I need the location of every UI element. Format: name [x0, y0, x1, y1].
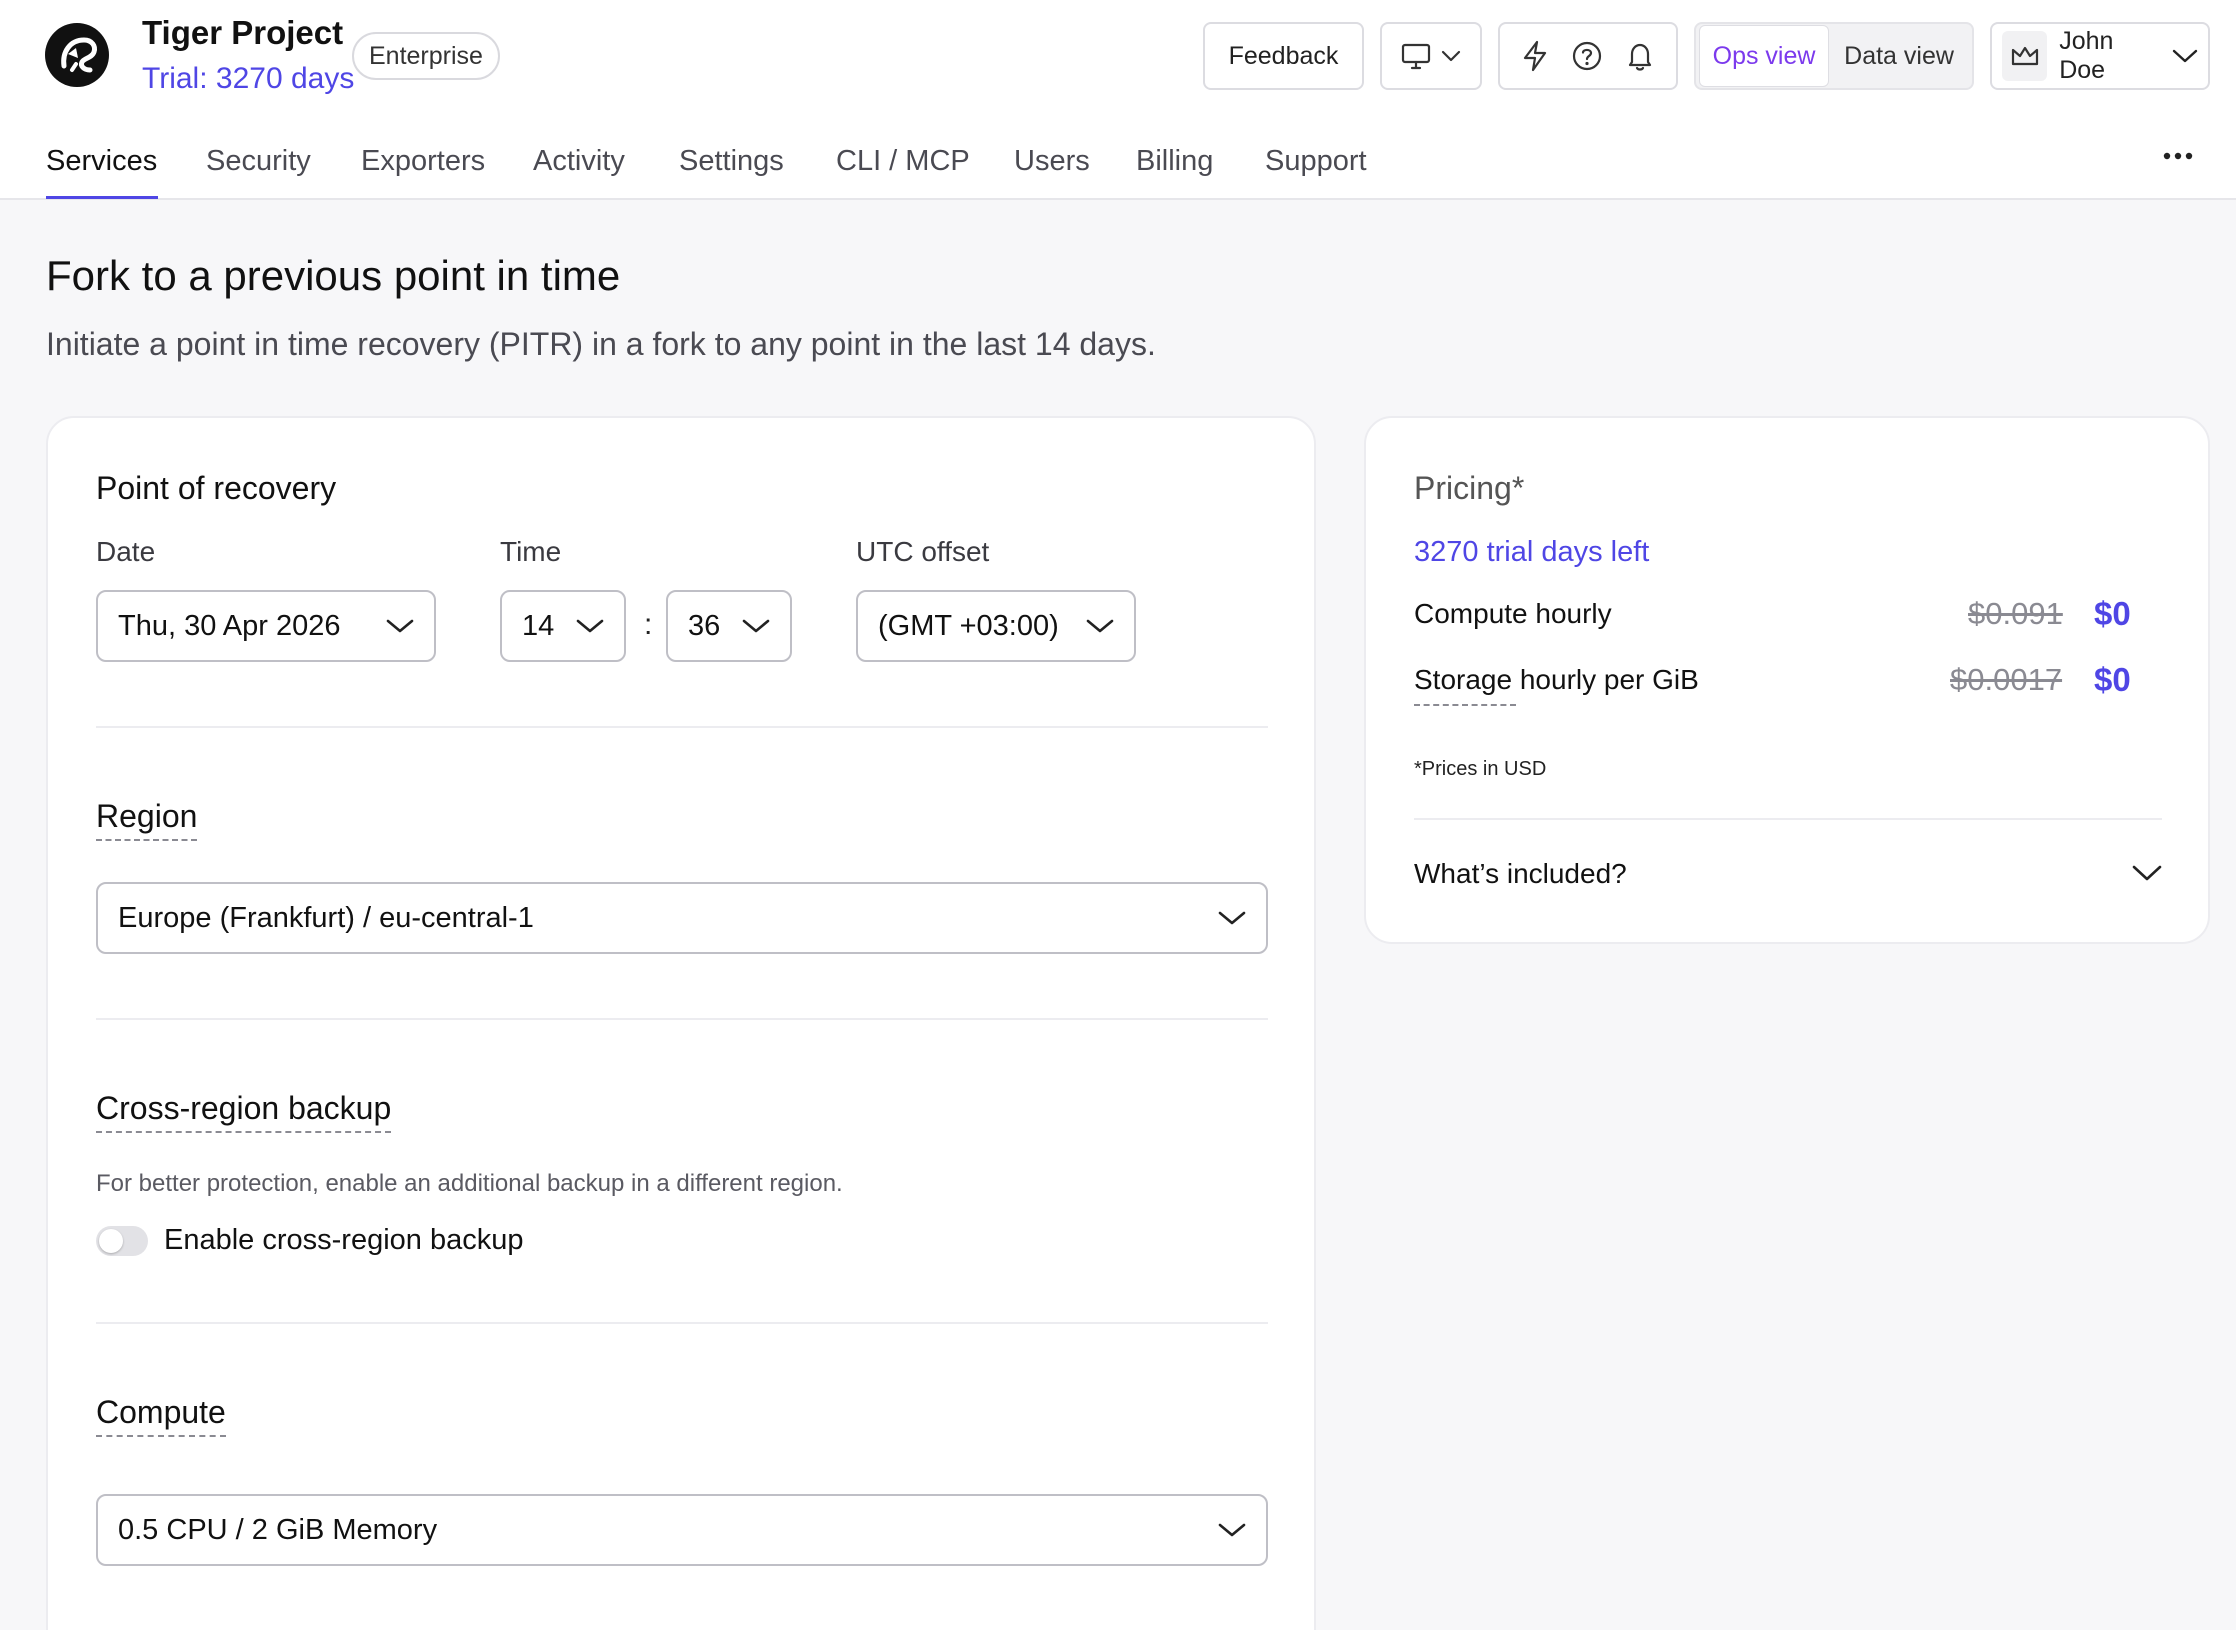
- more-options-icon[interactable]: [2162, 148, 2194, 160]
- compute-section-title: Compute: [96, 1394, 226, 1437]
- help-icon[interactable]: [1571, 40, 1603, 72]
- feedback-button[interactable]: Feedback: [1203, 22, 1364, 90]
- app-header: Tiger Project Trial: 3270 days Enterpris…: [0, 0, 2236, 112]
- backup-help-text: For better protection, enable an additio…: [96, 1170, 843, 1197]
- date-value: Thu, 30 Apr 2026: [118, 609, 341, 642]
- tiger-logo-icon[interactable]: [44, 22, 110, 88]
- ops-view-option[interactable]: Ops view: [1699, 25, 1830, 87]
- chevron-down-icon[interactable]: [2132, 864, 2162, 887]
- tab-activity[interactable]: Activity: [533, 145, 625, 178]
- storage-hourly-old-price: $0.0017: [1950, 662, 2063, 697]
- whats-included-toggle[interactable]: What’s included?: [1414, 858, 1627, 890]
- active-tab-indicator: [46, 196, 158, 199]
- recovery-section-title: Point of recovery: [96, 470, 337, 506]
- main-nav-tabs: Services Security Exporters Activity Set…: [0, 112, 2236, 200]
- bell-icon[interactable]: [1625, 40, 1655, 72]
- trial-link[interactable]: Trial: 3270 days: [142, 62, 354, 96]
- compute-value: 0.5 CPU / 2 GiB Memory: [118, 1513, 438, 1546]
- tab-users[interactable]: Users: [1014, 145, 1090, 178]
- compute-hourly-price: $0: [2094, 595, 2131, 632]
- section-divider: [96, 726, 1268, 728]
- tab-support[interactable]: Support: [1265, 145, 1367, 178]
- toggle-knob: [99, 1229, 123, 1253]
- bolt-icon[interactable]: [1521, 40, 1549, 72]
- page-subtitle: Initiate a point in time recovery (PITR)…: [46, 326, 1156, 362]
- user-menu-button[interactable]: John Doe: [1990, 22, 2210, 90]
- storage-label-underline: [1414, 704, 1516, 706]
- section-divider: [96, 1322, 1268, 1324]
- cross-region-backup-toggle[interactable]: [96, 1226, 148, 1256]
- user-name: John Doe: [2059, 27, 2114, 84]
- tab-billing[interactable]: Billing: [1136, 145, 1213, 178]
- time-separator: :: [644, 608, 653, 641]
- storage-hourly-label: Storage hourly per GiB: [1414, 664, 1699, 695]
- compute-select[interactable]: 0.5 CPU / 2 GiB Memory: [96, 1494, 1268, 1566]
- tab-services[interactable]: Services: [46, 145, 157, 178]
- crown-icon: [2002, 31, 2048, 81]
- prices-note: *Prices in USD: [1414, 758, 1547, 780]
- trial-days-left[interactable]: 3270 trial days left: [1414, 536, 1649, 569]
- hour-select[interactable]: 14: [500, 590, 626, 662]
- pricing-divider: [1414, 818, 2162, 820]
- utc-offset-select[interactable]: (GMT +03:00): [856, 590, 1136, 662]
- date-label: Date: [96, 536, 156, 567]
- tab-exporters[interactable]: Exporters: [361, 145, 485, 178]
- tab-security[interactable]: Security: [206, 145, 311, 178]
- chevron-down-icon: [1086, 618, 1114, 634]
- view-toggle: Ops view Data view: [1694, 22, 1974, 90]
- storage-hourly-price: $0: [2094, 661, 2131, 698]
- region-select[interactable]: Europe (Frankfurt) / eu-central-1: [96, 882, 1268, 954]
- utc-offset-label: UTC offset: [856, 536, 990, 567]
- data-view-option[interactable]: Data view: [1829, 25, 1969, 87]
- chevron-down-icon: [386, 618, 414, 634]
- compute-hourly-label: Compute hourly: [1414, 598, 1612, 629]
- backup-section-title: Cross-region backup: [96, 1090, 392, 1133]
- project-name: Tiger Project: [142, 14, 344, 51]
- chevron-down-icon: [1218, 1522, 1246, 1538]
- time-label: Time: [500, 536, 562, 567]
- fork-settings-card: Point of recovery Date Thu, 30 Apr 2026 …: [46, 416, 1316, 1630]
- header-icon-group: [1498, 22, 1678, 90]
- chevron-down-icon: [1441, 50, 1461, 62]
- display-menu-button[interactable]: [1380, 22, 1482, 90]
- pricing-title: Pricing*: [1414, 470, 1525, 506]
- chevron-down-icon: [742, 618, 770, 634]
- chevron-down-icon: [576, 618, 604, 634]
- cross-region-backup-label[interactable]: Enable cross-region backup: [164, 1224, 523, 1257]
- date-picker[interactable]: Thu, 30 Apr 2026: [96, 590, 436, 662]
- minute-select[interactable]: 36: [666, 590, 792, 662]
- page-title: Fork to a previous point in time: [46, 252, 621, 299]
- region-value: Europe (Frankfurt) / eu-central-1: [118, 901, 534, 934]
- compute-hourly-old-price: $0.091: [1968, 596, 2063, 631]
- chevron-down-icon: [2172, 48, 2198, 64]
- section-divider: [96, 1018, 1268, 1020]
- minute-value: 36: [688, 609, 721, 642]
- tab-settings[interactable]: Settings: [679, 145, 784, 178]
- tab-cli-mcp[interactable]: CLI / MCP: [836, 145, 970, 178]
- chevron-down-icon: [1218, 910, 1246, 926]
- utc-offset-value: (GMT +03:00): [878, 609, 1059, 642]
- hour-value: 14: [522, 609, 555, 642]
- region-section-title: Region: [96, 798, 198, 841]
- monitor-icon: [1401, 42, 1431, 70]
- plan-badge: Enterprise: [352, 32, 500, 80]
- pricing-card: Pricing* 3270 trial days left Compute ho…: [1364, 416, 2210, 944]
